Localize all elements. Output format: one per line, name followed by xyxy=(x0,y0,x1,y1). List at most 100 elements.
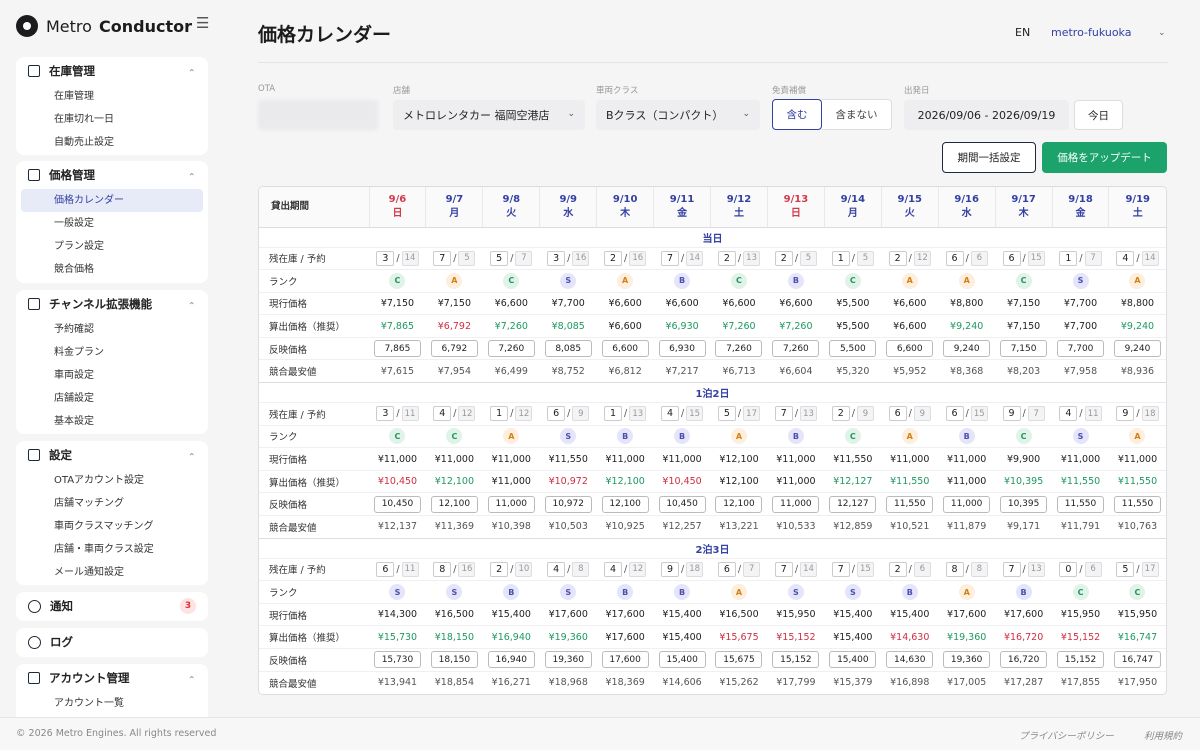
nav-group-header[interactable]: ログ xyxy=(16,628,208,656)
nav-group-header[interactable]: 価格管理 ⌄ xyxy=(16,161,208,189)
nav-group-header[interactable]: アカウント管理 ⌄ xyxy=(16,664,208,692)
reflect-price-input[interactable]: 8,085 xyxy=(544,340,592,358)
stock-count[interactable]: 1 xyxy=(490,406,509,422)
sidebar-item-class-matching[interactable]: 車両クラスマッチング xyxy=(16,515,208,538)
reflect-price-input[interactable]: 19,360 xyxy=(943,651,991,669)
sidebar-item-mail-notify[interactable]: メール通知設定 xyxy=(16,561,208,584)
sidebar-item-inventory[interactable]: 在庫管理 xyxy=(16,85,208,108)
stock-count[interactable]: 6 xyxy=(945,250,964,266)
nav-group-header[interactable]: 在庫管理 ⌄ xyxy=(16,57,208,85)
sidebar-item-price-calendar[interactable]: 価格カレンダー xyxy=(21,189,203,212)
reflect-price-input[interactable]: 15,675 xyxy=(715,651,763,669)
stock-count[interactable]: 5 xyxy=(490,250,509,266)
stock-count[interactable]: 6 xyxy=(547,406,566,422)
reflect-price-input[interactable]: 15,400 xyxy=(658,651,706,669)
store-select[interactable]: メトロレンタカー 福岡空港店 ⌄ xyxy=(393,100,585,130)
stock-count[interactable]: 6 xyxy=(717,561,736,577)
account-menu[interactable]: metro-fukuoka xyxy=(1051,26,1131,39)
stock-count[interactable]: 5 xyxy=(717,406,736,422)
reflect-price-input[interactable]: 6,930 xyxy=(658,340,706,358)
stock-count[interactable]: 3 xyxy=(376,406,395,422)
stock-count[interactable]: 2 xyxy=(604,250,623,266)
stock-count[interactable]: 7 xyxy=(1002,561,1021,577)
stock-count[interactable]: 2 xyxy=(831,406,850,422)
stock-count[interactable]: 1 xyxy=(831,250,850,266)
reflect-price-input[interactable]: 15,152 xyxy=(772,651,820,669)
stock-count[interactable]: 4 xyxy=(604,561,623,577)
nav-group-header[interactable]: チャンネル拡張機能 ⌄ xyxy=(16,290,208,318)
stock-count[interactable]: 4 xyxy=(1059,406,1078,422)
reflect-price-input[interactable]: 9,240 xyxy=(1113,340,1161,358)
stock-count[interactable]: 1 xyxy=(604,406,623,422)
reflect-price-input[interactable]: 16,747 xyxy=(1113,651,1161,669)
insurance-exclude-button[interactable]: 含まない xyxy=(822,99,892,130)
reflect-price-input[interactable]: 17,600 xyxy=(601,651,649,669)
reflect-price-input[interactable]: 6,600 xyxy=(601,340,649,358)
stock-count[interactable]: 4 xyxy=(433,406,452,422)
reflect-price-input[interactable]: 12,127 xyxy=(829,495,877,513)
reflect-price-input[interactable]: 15,152 xyxy=(1057,651,1105,669)
reflect-price-input[interactable]: 12,100 xyxy=(430,495,478,513)
nav-group-header[interactable]: 設定 ⌄ xyxy=(16,441,208,469)
stock-count[interactable]: 4 xyxy=(660,406,679,422)
stock-count[interactable]: 8 xyxy=(945,561,964,577)
sidebar-item-stockout[interactable]: 在庫切れ一日 xyxy=(16,108,208,131)
reflect-price-input[interactable]: 6,600 xyxy=(886,340,934,358)
stock-count[interactable]: 2 xyxy=(888,561,907,577)
reflect-price-input[interactable]: 10,450 xyxy=(373,495,421,513)
stock-count[interactable]: 5 xyxy=(1116,561,1135,577)
sidebar-item-account-list[interactable]: アカウント一覧 xyxy=(16,692,208,715)
stock-count[interactable]: 7 xyxy=(774,561,793,577)
bulk-period-button[interactable]: 期間一括設定 xyxy=(942,142,1036,173)
stock-count[interactable]: 0 xyxy=(1059,561,1078,577)
sidebar-item-vehicle-settings[interactable]: 車両設定 xyxy=(16,364,208,387)
sidebar-item-reservations[interactable]: 予約確認 xyxy=(16,318,208,341)
reflect-price-input[interactable]: 7,150 xyxy=(1000,340,1048,358)
terms-link[interactable]: 利用規約 xyxy=(1144,728,1182,742)
date-range-picker[interactable]: 2026/09/06 - 2026/09/19 xyxy=(904,100,1069,130)
stock-count[interactable]: 7 xyxy=(774,406,793,422)
stock-count[interactable]: 3 xyxy=(376,250,395,266)
reflect-price-input[interactable]: 15,400 xyxy=(829,651,877,669)
reflect-price-input[interactable]: 7,260 xyxy=(487,340,535,358)
stock-count[interactable]: 6 xyxy=(888,406,907,422)
reflect-price-input[interactable]: 7,700 xyxy=(1057,340,1105,358)
sidebar-item-store-matching[interactable]: 店舗マッチング xyxy=(16,492,208,515)
reflect-price-input[interactable]: 11,000 xyxy=(772,495,820,513)
stock-count[interactable]: 9 xyxy=(660,561,679,577)
stock-count[interactable]: 4 xyxy=(1116,250,1135,266)
stock-count[interactable]: 7 xyxy=(660,250,679,266)
reflect-price-input[interactable]: 10,395 xyxy=(1000,495,1048,513)
app-logo[interactable]: Metro Conductor xyxy=(16,14,192,38)
sidebar-item-general-settings[interactable]: 一般設定 xyxy=(16,212,208,235)
reflect-price-input[interactable]: 11,000 xyxy=(943,495,991,513)
reflect-price-input[interactable]: 7,865 xyxy=(373,340,421,358)
ota-select[interactable] xyxy=(258,100,378,130)
stock-count[interactable]: 1 xyxy=(1059,250,1078,266)
stock-count[interactable]: 6 xyxy=(1002,250,1021,266)
reflect-price-input[interactable]: 10,972 xyxy=(544,495,592,513)
stock-count[interactable]: 2 xyxy=(717,250,736,266)
sidebar-item-rate-plans[interactable]: 料金プラン xyxy=(16,341,208,364)
reflect-price-input[interactable]: 11,000 xyxy=(487,495,535,513)
stock-count[interactable]: 9 xyxy=(1002,406,1021,422)
reflect-price-input[interactable]: 18,150 xyxy=(430,651,478,669)
sidebar-item-basic-settings[interactable]: 基本設定 xyxy=(16,410,208,433)
reflect-price-input[interactable]: 9,240 xyxy=(943,340,991,358)
language-switch[interactable]: EN xyxy=(1015,26,1030,39)
stock-count[interactable]: 2 xyxy=(774,250,793,266)
reflect-price-input[interactable]: 6,792 xyxy=(430,340,478,358)
sidebar-item-store-class-settings[interactable]: 店舗・車両クラス設定 xyxy=(16,538,208,561)
reflect-price-input[interactable]: 12,100 xyxy=(601,495,649,513)
reflect-price-input[interactable]: 10,450 xyxy=(658,495,706,513)
stock-count[interactable]: 6 xyxy=(376,561,395,577)
stock-count[interactable]: 6 xyxy=(945,406,964,422)
reflect-price-input[interactable]: 7,260 xyxy=(715,340,763,358)
reflect-price-input[interactable]: 11,550 xyxy=(1057,495,1105,513)
reflect-price-input[interactable]: 11,550 xyxy=(886,495,934,513)
sidebar-item-competitor-price[interactable]: 競合価格 xyxy=(16,258,208,281)
stock-count[interactable]: 4 xyxy=(547,561,566,577)
update-price-button[interactable]: 価格をアップデート xyxy=(1042,142,1167,173)
reflect-price-input[interactable]: 7,260 xyxy=(772,340,820,358)
sidebar-item-auto-stop[interactable]: 自動売止設定 xyxy=(16,131,208,154)
